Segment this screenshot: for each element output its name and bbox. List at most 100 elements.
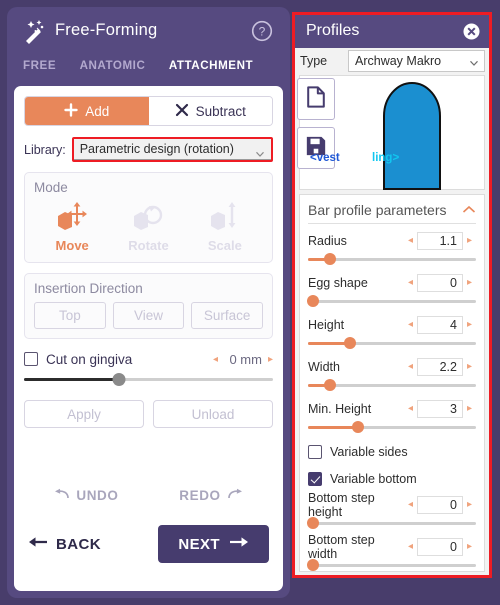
min-height-slider[interactable] (308, 420, 476, 434)
bottom-step-height-value[interactable]: 0 (416, 495, 463, 514)
redo-arrow-icon (227, 488, 243, 503)
height-increment-icon[interactable]: ▸ (463, 319, 476, 330)
bottom-step-width-increment-icon[interactable]: ▸ (463, 541, 476, 552)
mode-scale[interactable]: Scale (187, 197, 263, 253)
mode-rotate[interactable]: Rotate (110, 197, 186, 253)
width-slider[interactable] (308, 378, 476, 392)
param-label-height: Height (308, 317, 345, 332)
egg-shape-increment-icon[interactable]: ▸ (463, 277, 476, 288)
param-label-width: Width (308, 359, 340, 374)
bottom-step-width-value[interactable]: 0 (416, 537, 463, 556)
direction-surface-button[interactable]: Surface (191, 302, 264, 329)
cut-on-gingiva-label: Cut on gingiva (46, 351, 133, 367)
params-header[interactable]: Bar profile parameters (308, 201, 476, 224)
library-row: Library: Parametric design (rotation) (24, 137, 273, 162)
back-button[interactable]: BACK (28, 535, 101, 553)
stepper-decrement-icon[interactable]: ◂ (213, 354, 218, 365)
stepper-increment-icon[interactable]: ▸ (268, 354, 273, 365)
mode-card: Mode Move Rotate Scale (24, 172, 273, 263)
redo-button[interactable]: REDO (179, 488, 242, 503)
slider-handle[interactable] (352, 421, 365, 433)
undo-arrow-icon (54, 488, 70, 503)
tab-free[interactable]: FREE (23, 55, 56, 77)
apply-button[interactable]: Apply (24, 400, 144, 428)
width-increment-icon[interactable]: ▸ (463, 361, 476, 372)
param-row: Radius ◂ 1.1 ▸ (308, 231, 476, 250)
slider-handle[interactable] (307, 559, 320, 571)
page-title: Free-Forming (55, 21, 158, 39)
bottom-step-height-decrement-icon[interactable]: ◂ (404, 499, 417, 510)
min-height-increment-icon[interactable]: ▸ (463, 403, 476, 414)
slider-handle[interactable] (307, 517, 320, 529)
add-label: Add (85, 103, 110, 119)
subtract-button[interactable]: Subtract (148, 97, 272, 125)
new-document-icon (305, 85, 327, 114)
tab-attachment[interactable]: ATTACHMENT (169, 55, 253, 77)
bar-profile-parameters: Bar profile parameters Radius ◂ 1.1 ▸ Eg… (299, 194, 485, 572)
param-label-egg-shape: Egg shape (308, 275, 368, 290)
direction-view-button[interactable]: View (112, 302, 185, 329)
bottom-step-height-slider[interactable] (307, 516, 476, 530)
bottom-step-width-decrement-icon[interactable]: ◂ (404, 541, 417, 552)
width-decrement-icon[interactable]: ◂ (404, 361, 417, 372)
params-title: Bar profile parameters (308, 202, 447, 218)
svg-text:?: ? (259, 24, 266, 38)
variable-sides-row: Variable sides (308, 443, 476, 461)
arrow-right-icon (229, 535, 249, 553)
type-label: Type (300, 53, 328, 68)
slider-handle[interactable] (344, 337, 356, 349)
profile-preview: <vest ling> (297, 75, 485, 190)
slider-track (308, 300, 476, 303)
new-profile-button[interactable] (297, 78, 335, 120)
height-decrement-icon[interactable]: ◂ (404, 319, 417, 330)
magic-wand-icon (22, 19, 48, 45)
egg-shape-decrement-icon[interactable]: ◂ (404, 277, 417, 288)
min-height-value[interactable]: 3 (416, 399, 463, 418)
undo-button[interactable]: UNDO (54, 488, 118, 503)
height-slider[interactable] (308, 336, 476, 350)
cut-on-gingiva-row: Cut on gingiva ◂ 0 mm ▸ (24, 350, 273, 368)
arrow-left-icon (28, 535, 48, 553)
param-label-radius: Radius (308, 233, 347, 248)
next-button[interactable]: NEXT (158, 525, 269, 563)
bottom-step-height-increment-icon[interactable]: ▸ (463, 499, 476, 510)
close-circle-icon[interactable] (463, 23, 480, 40)
chevron-up-icon[interactable] (462, 201, 476, 219)
slider-handle[interactable] (323, 379, 336, 391)
mode-rotate-label: Rotate (128, 238, 169, 253)
move-tool-icon (34, 199, 110, 237)
slider-track (308, 564, 476, 567)
radius-value[interactable]: 1.1 (416, 231, 463, 250)
radius-slider[interactable] (308, 252, 476, 266)
slider-handle[interactable] (307, 295, 320, 307)
cut-on-gingiva-slider[interactable] (24, 372, 273, 386)
mode-move[interactable]: Move (34, 197, 110, 253)
egg-shape-slider[interactable] (307, 294, 476, 308)
width-value[interactable]: 2.2 (416, 357, 463, 376)
direction-top-button[interactable]: Top (34, 302, 106, 329)
tab-anatomic[interactable]: ANATOMIC (80, 55, 146, 77)
slider-handle[interactable] (323, 253, 336, 265)
bottom-step-width-slider[interactable] (307, 558, 476, 572)
type-select[interactable]: Archway Makro (348, 49, 485, 72)
variable-bottom-checkbox[interactable] (308, 472, 322, 486)
library-select[interactable]: Parametric design (rotation) (73, 139, 271, 160)
variable-bottom-label: Variable bottom (330, 472, 417, 486)
min-height-decrement-icon[interactable]: ◂ (404, 403, 417, 414)
param-label-min-height: Min. Height (308, 401, 372, 416)
free-forming-panel: Free-Forming ? FREE ANATOMIC ATTACHMENT … (7, 7, 290, 598)
variable-sides-checkbox[interactable] (308, 445, 322, 459)
help-circle-icon[interactable]: ? (251, 20, 273, 42)
unload-button[interactable]: Unload (153, 400, 273, 428)
radius-decrement-icon[interactable]: ◂ (404, 235, 417, 246)
slider-handle[interactable] (112, 373, 126, 386)
param-row: Egg shape ◂ 0 ▸ (308, 273, 476, 292)
cut-on-gingiva-checkbox[interactable] (24, 352, 38, 366)
panel-body: Add Subtract Library: Parametric design … (14, 86, 283, 591)
add-button[interactable]: Add (25, 97, 149, 125)
radius-increment-icon[interactable]: ▸ (463, 235, 476, 246)
undo-label: UNDO (76, 488, 119, 503)
height-value[interactable]: 4 (416, 315, 463, 334)
egg-shape-value[interactable]: 0 (416, 273, 463, 292)
library-highlight: Parametric design (rotation) (71, 137, 273, 162)
